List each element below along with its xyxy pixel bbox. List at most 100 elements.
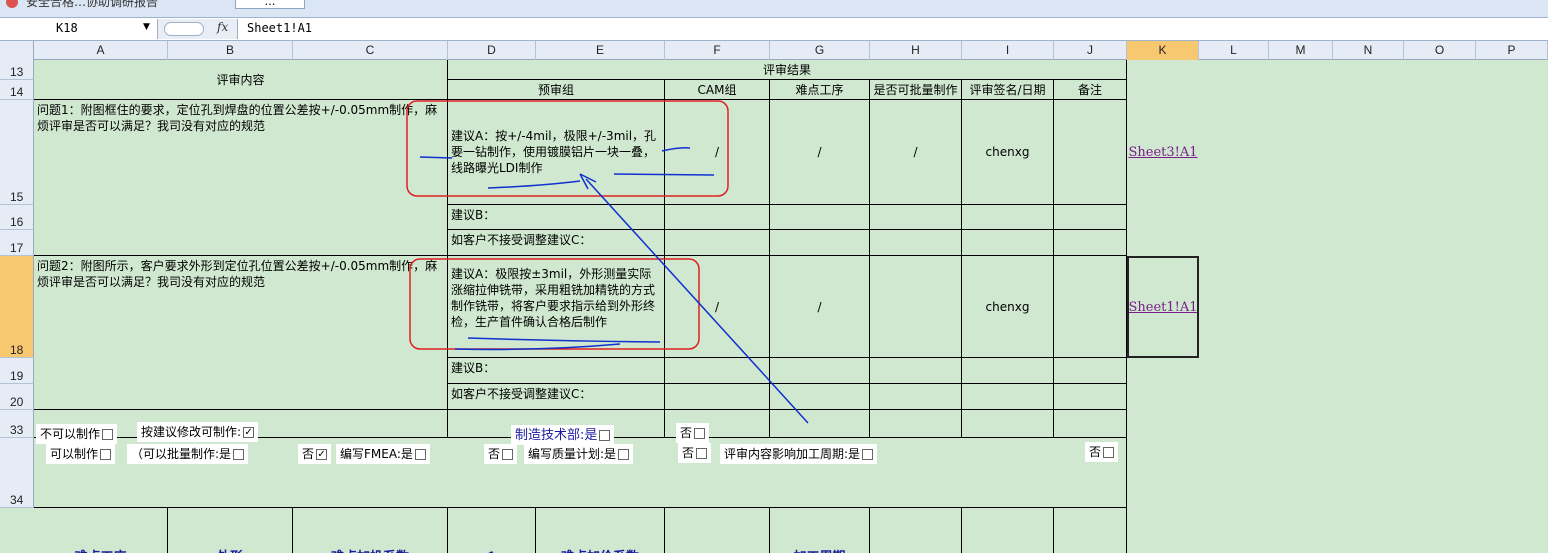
q2-signature-cell[interactable]: chenxg	[962, 256, 1054, 358]
q1-batch-cell[interactable]: /	[870, 100, 962, 205]
column-header-n[interactable]: N	[1333, 41, 1404, 60]
checkbox-icon[interactable]	[233, 449, 245, 460]
column-header-k[interactable]: K	[1127, 41, 1199, 60]
column-header-e[interactable]: E	[536, 41, 665, 60]
q2-b-h[interactable]	[870, 358, 962, 384]
no4-checkbox[interactable]: 否	[678, 443, 712, 463]
footer-f[interactable]	[665, 508, 770, 553]
footer-price-coef[interactable]: 难点加价系数	[536, 508, 665, 553]
q2-suggest-c-cell[interactable]: 如客户不接受调整建议C：	[448, 384, 665, 410]
checkbox-icon[interactable]	[414, 449, 426, 460]
footer-cycle[interactable]: 加工周期	[770, 508, 870, 553]
q1-signature-cell[interactable]: chenxg	[962, 100, 1054, 205]
q2-suggest-b-cell[interactable]: 建议B：	[448, 358, 665, 384]
q2-link-cell-selected[interactable]: Sheet1!A1	[1127, 256, 1199, 358]
column-header-g[interactable]: G	[770, 41, 870, 60]
q1-cam-cell[interactable]: /	[665, 100, 770, 205]
row-header-20[interactable]: 20	[0, 384, 34, 410]
review-result-header[interactable]: 评审结果	[448, 60, 1127, 80]
column-header-j[interactable]: J	[1054, 41, 1127, 60]
question-2-cell[interactable]: 问题2：附图所示，客户要求外形到定位孔位置公差按+/-0.05mm制作，麻烦评审…	[34, 256, 448, 410]
cycle-affect-checkbox[interactable]: 评审内容影响加工周期:是	[720, 444, 878, 464]
checkbox-icon[interactable]	[102, 429, 114, 440]
difficult-process-header[interactable]: 难点工序	[770, 80, 870, 100]
cam-group-header[interactable]: CAM组	[665, 80, 770, 100]
title-bar-button[interactable]: …	[235, 0, 305, 9]
checkbox-icon[interactable]	[862, 449, 874, 460]
review-content-header[interactable]: 评审内容	[34, 60, 448, 100]
q1-c-j[interactable]	[1054, 230, 1127, 256]
q1-c-i[interactable]	[962, 230, 1054, 256]
q1-link-cell[interactable]: Sheet3!A1	[1127, 100, 1199, 205]
modify-make-checkbox[interactable]: 按建议修改可制作: ✓	[137, 422, 259, 442]
q2-difficult-cell[interactable]: /	[770, 256, 870, 358]
can-make-checkbox[interactable]: 可以制作	[46, 444, 116, 464]
q1-b-h[interactable]	[870, 205, 962, 230]
q1-suggest-b-cell[interactable]: 建议B：	[448, 205, 665, 230]
no3-checkbox[interactable]: 否	[484, 444, 518, 464]
q2-b-g[interactable]	[770, 358, 870, 384]
column-header-l[interactable]: L	[1199, 41, 1269, 60]
row-header-17[interactable]: 17	[0, 230, 34, 256]
pre-review-group-header[interactable]: 预审组	[448, 80, 665, 100]
q2-c-j[interactable]	[1054, 384, 1127, 410]
row33-i[interactable]	[962, 410, 1054, 438]
footer-difficult[interactable]: 难点工序	[34, 508, 168, 553]
row-header-18[interactable]: 18	[0, 256, 34, 358]
column-header-d[interactable]: D	[448, 41, 536, 60]
column-header-b[interactable]: B	[168, 41, 293, 60]
select-all-corner[interactable]	[0, 41, 34, 60]
footer-coef[interactable]: 难点加投系数	[293, 508, 448, 553]
column-header-p[interactable]: P	[1476, 41, 1548, 60]
question-1-cell[interactable]: 问题1：附图框住的要求，定位孔到焊盘的位置公差按+/-0.05mm制作，麻烦评审…	[34, 100, 448, 256]
column-header-m[interactable]: M	[1269, 41, 1333, 60]
checkbox-icon[interactable]	[694, 428, 706, 439]
q1-c-h[interactable]	[870, 230, 962, 256]
checkbox-icon[interactable]	[618, 449, 630, 460]
footer-coef-val[interactable]: 1	[448, 508, 536, 553]
column-header-o[interactable]: O	[1404, 41, 1476, 60]
formula-input[interactable]: Sheet1!A1	[247, 21, 312, 35]
column-header-i[interactable]: I	[962, 41, 1054, 60]
batch-production-header[interactable]: 是否可批量制作	[870, 80, 962, 100]
q2-c-g[interactable]	[770, 384, 870, 410]
q1-b-i[interactable]	[962, 205, 1054, 230]
q1-b-f[interactable]	[665, 205, 770, 230]
fmea-checkbox[interactable]: 编写FMEA:是	[336, 444, 430, 464]
q1-b-j[interactable]	[1054, 205, 1127, 230]
row33-j[interactable]	[1054, 410, 1127, 438]
q2-remarks-cell[interactable]	[1054, 256, 1127, 358]
no5-checkbox[interactable]: 否	[1085, 442, 1119, 462]
q1-b-g[interactable]	[770, 205, 870, 230]
row33-h[interactable]	[870, 410, 962, 438]
row-header-33[interactable]: 33	[0, 410, 34, 438]
batch-yes-checkbox[interactable]: （可以批量制作:是	[127, 444, 249, 464]
q1-remarks-cell[interactable]	[1054, 100, 1127, 205]
checkbox-icon[interactable]	[696, 448, 708, 459]
q1-difficult-cell[interactable]: /	[770, 100, 870, 205]
row-header-14[interactable]: 14	[0, 80, 34, 100]
checkbox-icon[interactable]	[599, 430, 611, 441]
row33-g[interactable]	[770, 410, 870, 438]
footer-h[interactable]	[870, 508, 962, 553]
row-header-16[interactable]: 16	[0, 205, 34, 230]
checkbox-icon[interactable]	[1103, 447, 1115, 458]
column-header-c[interactable]: C	[293, 41, 448, 60]
checkbox-icon[interactable]	[100, 449, 112, 460]
column-header-f[interactable]: F	[665, 41, 770, 60]
q1-c-g[interactable]	[770, 230, 870, 256]
q2-c-i[interactable]	[962, 384, 1054, 410]
chevron-down-icon[interactable]: ▼	[143, 22, 150, 32]
q1-c-f[interactable]	[665, 230, 770, 256]
q1-suggest-c-cell[interactable]: 如客户不接受调整建议C：	[448, 230, 665, 256]
q2-c-h[interactable]	[870, 384, 962, 410]
no2-checkbox[interactable]: 否	[676, 423, 710, 443]
q1-suggest-a-cell[interactable]: 建议A：按+/-4mil，极限+/-3mil，孔要一钻制作，使用镀膜铝片一块一叠…	[448, 100, 665, 205]
q2-suggest-a-cell[interactable]: 建议A：极限按±3mil，外形测量实际涨缩拉伸铣带，采用粗铣加精铣的方式制作铣带…	[448, 256, 665, 358]
row-header-13[interactable]: 13	[0, 60, 34, 80]
signature-date-header[interactable]: 评审签名/日期	[962, 80, 1054, 100]
row-header-34[interactable]: 34	[0, 438, 34, 508]
quality-plan-checkbox[interactable]: 编写质量计划:是	[524, 444, 634, 464]
name-box[interactable]: K18 ▼	[0, 19, 158, 39]
row-header-15[interactable]: 15	[0, 100, 34, 205]
